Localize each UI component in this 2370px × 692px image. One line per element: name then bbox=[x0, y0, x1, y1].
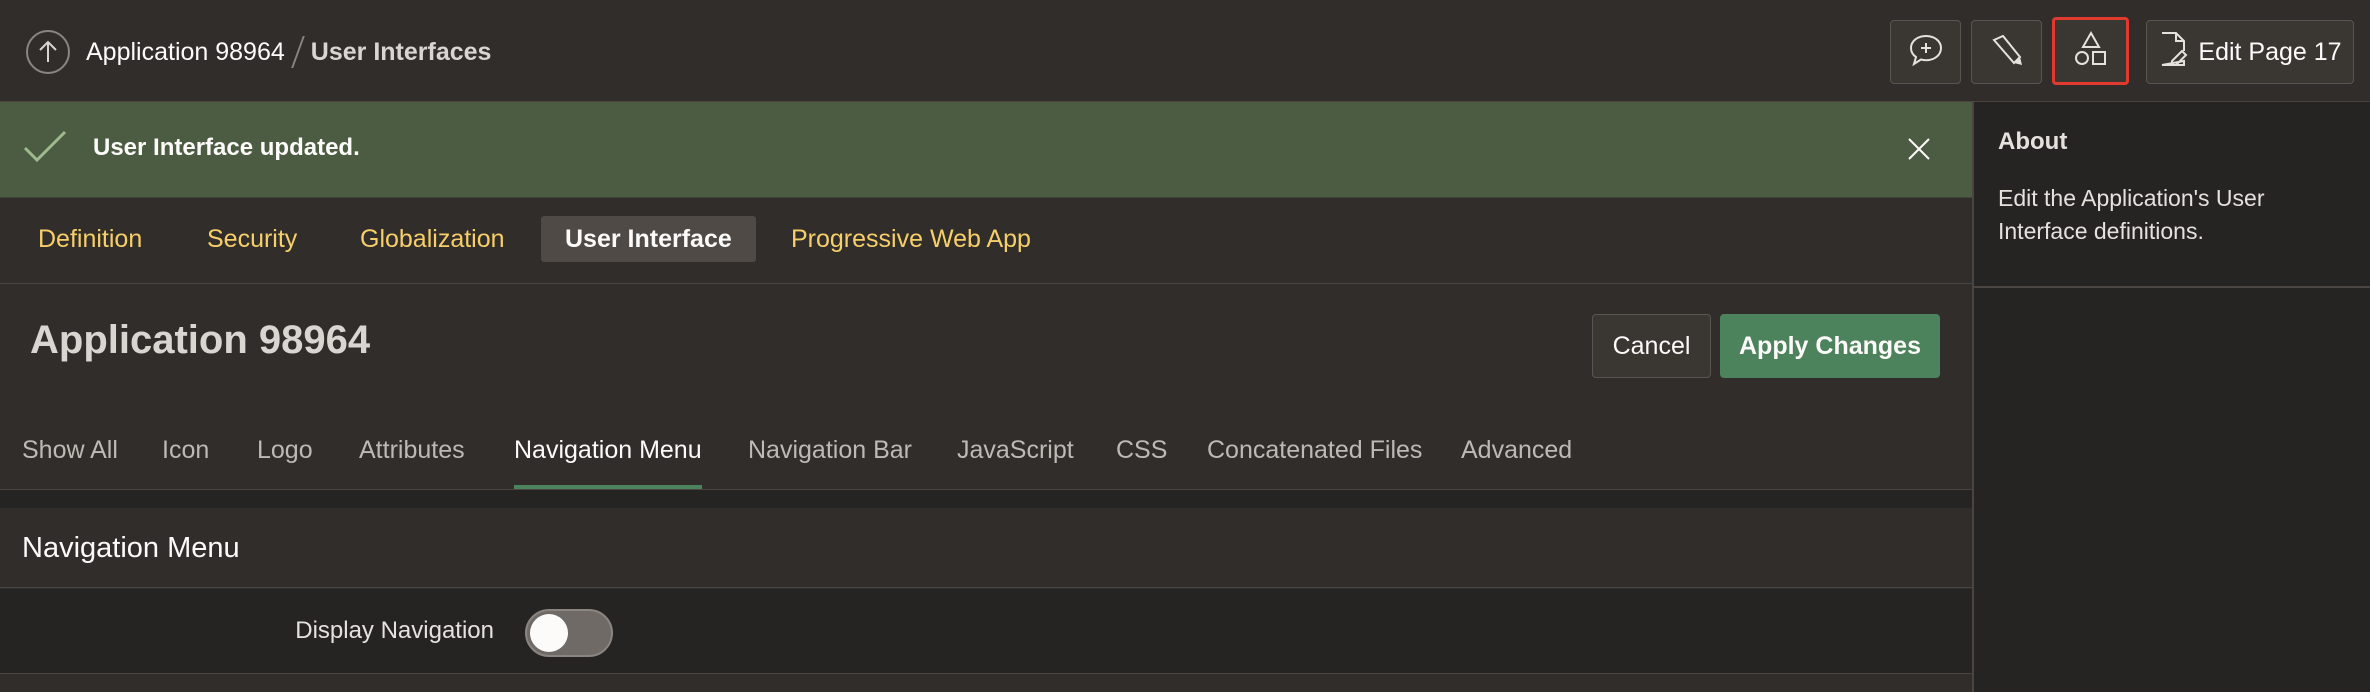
side-panel-text: Edit the Application's User Interface de… bbox=[1998, 185, 2265, 244]
subtab-css[interactable]: CSS bbox=[1116, 422, 1167, 490]
dev-toolbar-icon bbox=[1989, 32, 2025, 73]
developer-toolbar-button[interactable] bbox=[1971, 20, 2042, 84]
up-arrow-icon[interactable] bbox=[26, 30, 70, 74]
shared-components-icon bbox=[2072, 30, 2110, 73]
subtab-javascript[interactable]: JavaScript bbox=[957, 422, 1074, 490]
side-panel-divider bbox=[1974, 286, 2370, 288]
tab-globalization[interactable]: Globalization bbox=[336, 216, 529, 262]
main-content: User Interface updated. Definition Secur… bbox=[0, 102, 1972, 692]
subtab-attributes[interactable]: Attributes bbox=[359, 422, 465, 490]
bottom-strip bbox=[0, 674, 1972, 692]
edit-page-icon bbox=[2158, 31, 2188, 74]
application-tabs: Definition Security Globalization User I… bbox=[0, 198, 1972, 284]
tab-progressive-web-app[interactable]: Progressive Web App bbox=[767, 216, 1055, 262]
help-side-panel: About Edit the Application's User Interf… bbox=[1972, 102, 2370, 692]
tab-security[interactable]: Security bbox=[183, 216, 321, 262]
subtab-logo[interactable]: Logo bbox=[257, 422, 313, 490]
tab-definition[interactable]: Definition bbox=[14, 216, 166, 262]
top-header: Application 98964 User Interfaces Edit P… bbox=[0, 0, 2370, 102]
close-icon[interactable] bbox=[1906, 136, 1932, 167]
edit-page-label: Edit Page 17 bbox=[2198, 37, 2342, 66]
tab-user-interface[interactable]: User Interface bbox=[541, 216, 756, 262]
breadcrumb-separator bbox=[290, 36, 305, 68]
region-gap bbox=[0, 490, 1972, 508]
subtab-icon[interactable]: Icon bbox=[162, 422, 209, 490]
subtab-show-all[interactable]: Show All bbox=[22, 422, 118, 490]
subtab-navigation-bar[interactable]: Navigation Bar bbox=[748, 422, 912, 490]
shared-components-button[interactable] bbox=[2052, 17, 2129, 85]
feedback-icon bbox=[1908, 33, 1944, 72]
subtab-navigation-menu[interactable]: Navigation Menu bbox=[514, 422, 702, 490]
feedback-button[interactable] bbox=[1890, 20, 1961, 84]
side-panel-title: About bbox=[1998, 128, 2068, 155]
breadcrumb-current: User Interfaces bbox=[310, 37, 492, 66]
breadcrumb-application-link[interactable]: Application 98964 bbox=[86, 38, 285, 67]
success-alert: User Interface updated. bbox=[0, 102, 1972, 198]
display-navigation-row: Display Navigation bbox=[0, 589, 1972, 674]
check-icon bbox=[22, 128, 68, 171]
display-navigation-label: Display Navigation bbox=[295, 617, 494, 644]
alert-message: User Interface updated. bbox=[93, 134, 360, 161]
edit-page-button[interactable]: Edit Page 17 bbox=[2146, 20, 2354, 84]
breadcrumb: Application 98964 User Interfaces bbox=[26, 30, 491, 74]
page-title: Application 98964 bbox=[30, 318, 371, 362]
region-title: Navigation Menu bbox=[22, 532, 240, 564]
cancel-button[interactable]: Cancel bbox=[1592, 314, 1711, 378]
navigation-menu-region-header: Navigation Menu bbox=[0, 508, 1972, 588]
subtab-concatenated-files[interactable]: Concatenated Files bbox=[1207, 422, 1422, 490]
subtab-advanced[interactable]: Advanced bbox=[1461, 422, 1572, 490]
display-navigation-toggle[interactable] bbox=[525, 609, 613, 657]
region-subtabs: Show All Icon Logo Attributes Navigation… bbox=[0, 422, 1972, 490]
toggle-knob bbox=[530, 614, 568, 652]
apply-changes-button[interactable]: Apply Changes bbox=[1720, 314, 1940, 378]
